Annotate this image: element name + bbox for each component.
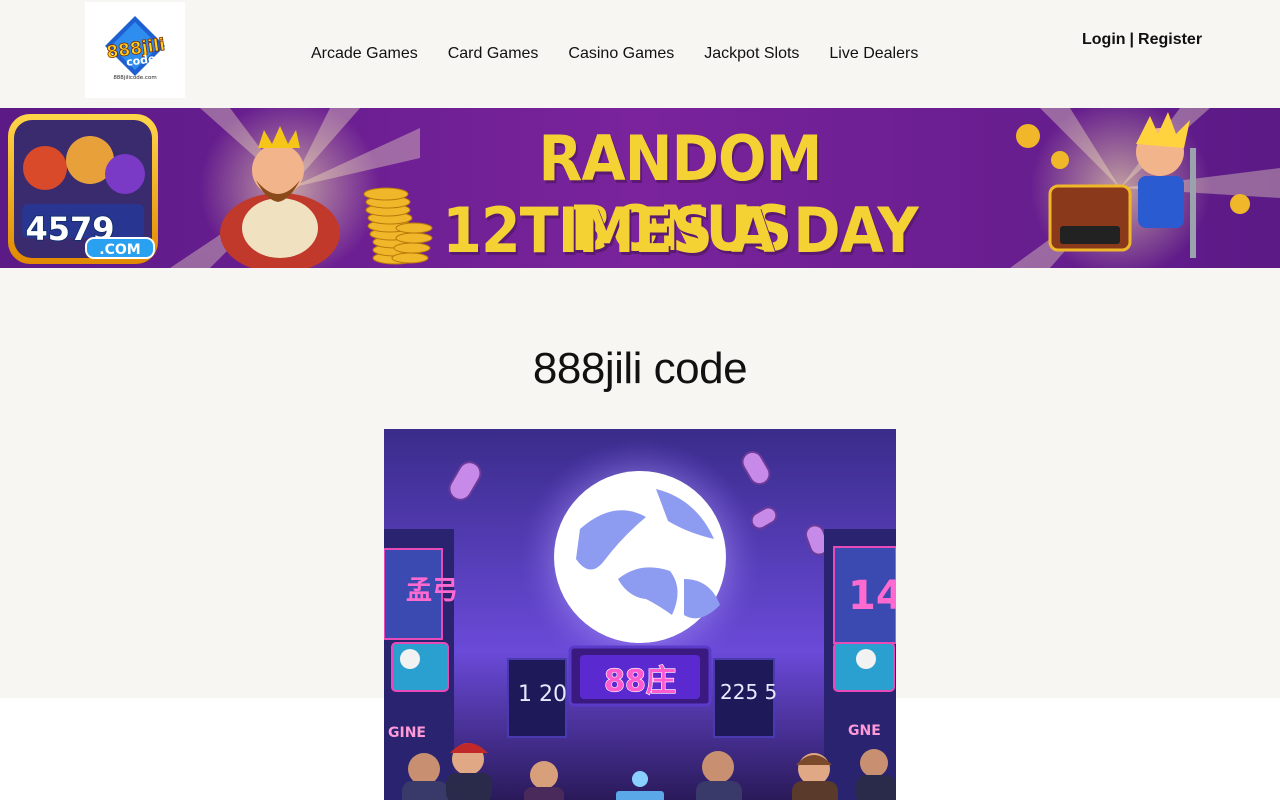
nav-live-dealers[interactable]: Live Dealers <box>814 43 933 65</box>
logo-url: 888jilicode.com <box>113 75 156 81</box>
promo-banner[interactable]: RANDOM BONUS 12TIMES A DAY 4579 .COM <box>0 108 1280 268</box>
nav-arcade-games[interactable]: Arcade Games <box>296 43 433 65</box>
main-nav: Arcade Games Card Games Casino Games Jac… <box>296 43 933 65</box>
center-sign: 88庄 <box>604 664 676 699</box>
register-link[interactable]: Register <box>1138 31 1202 48</box>
nav-casino-games[interactable]: Casino Games <box>553 43 689 65</box>
casino-illustration: 孟弓 GINE 14 GNE 88庄 1 20 225 5 <box>384 429 896 800</box>
right-label: GNE <box>848 723 881 739</box>
hero-illustration: 孟弓 GINE 14 GNE 88庄 1 20 225 5 <box>384 429 896 800</box>
left-sign: 孟弓 <box>406 576 458 606</box>
left-screen-text: 1 20 <box>518 682 567 707</box>
login-link[interactable]: Login <box>1082 31 1126 48</box>
logo-image: 888jili code 888jilicode.com <box>85 2 185 98</box>
badge-suffix: .COM <box>99 242 140 258</box>
badge-label: 4579 .COM <box>24 209 155 259</box>
banner-line-2: 12TIMES A DAY <box>442 194 918 267</box>
left-label: GINE <box>388 725 426 741</box>
right-sign: 14 <box>848 573 896 619</box>
auth-separator: | <box>1129 31 1135 48</box>
site-header: 888jili code 888jilicode.com Arcade Game… <box>0 0 1280 108</box>
nav-jackpot-slots[interactable]: Jackpot Slots <box>689 43 814 65</box>
site-logo[interactable]: 888jili code 888jilicode.com <box>85 2 185 98</box>
banner-headline: RANDOM BONUS 12TIMES A DAY <box>400 108 960 268</box>
right-screen-text: 225 5 <box>720 680 777 704</box>
nav-card-games[interactable]: Card Games <box>433 43 554 65</box>
page-title: 888jili code <box>532 344 748 393</box>
auth-links: Login | Register <box>1082 29 1202 51</box>
